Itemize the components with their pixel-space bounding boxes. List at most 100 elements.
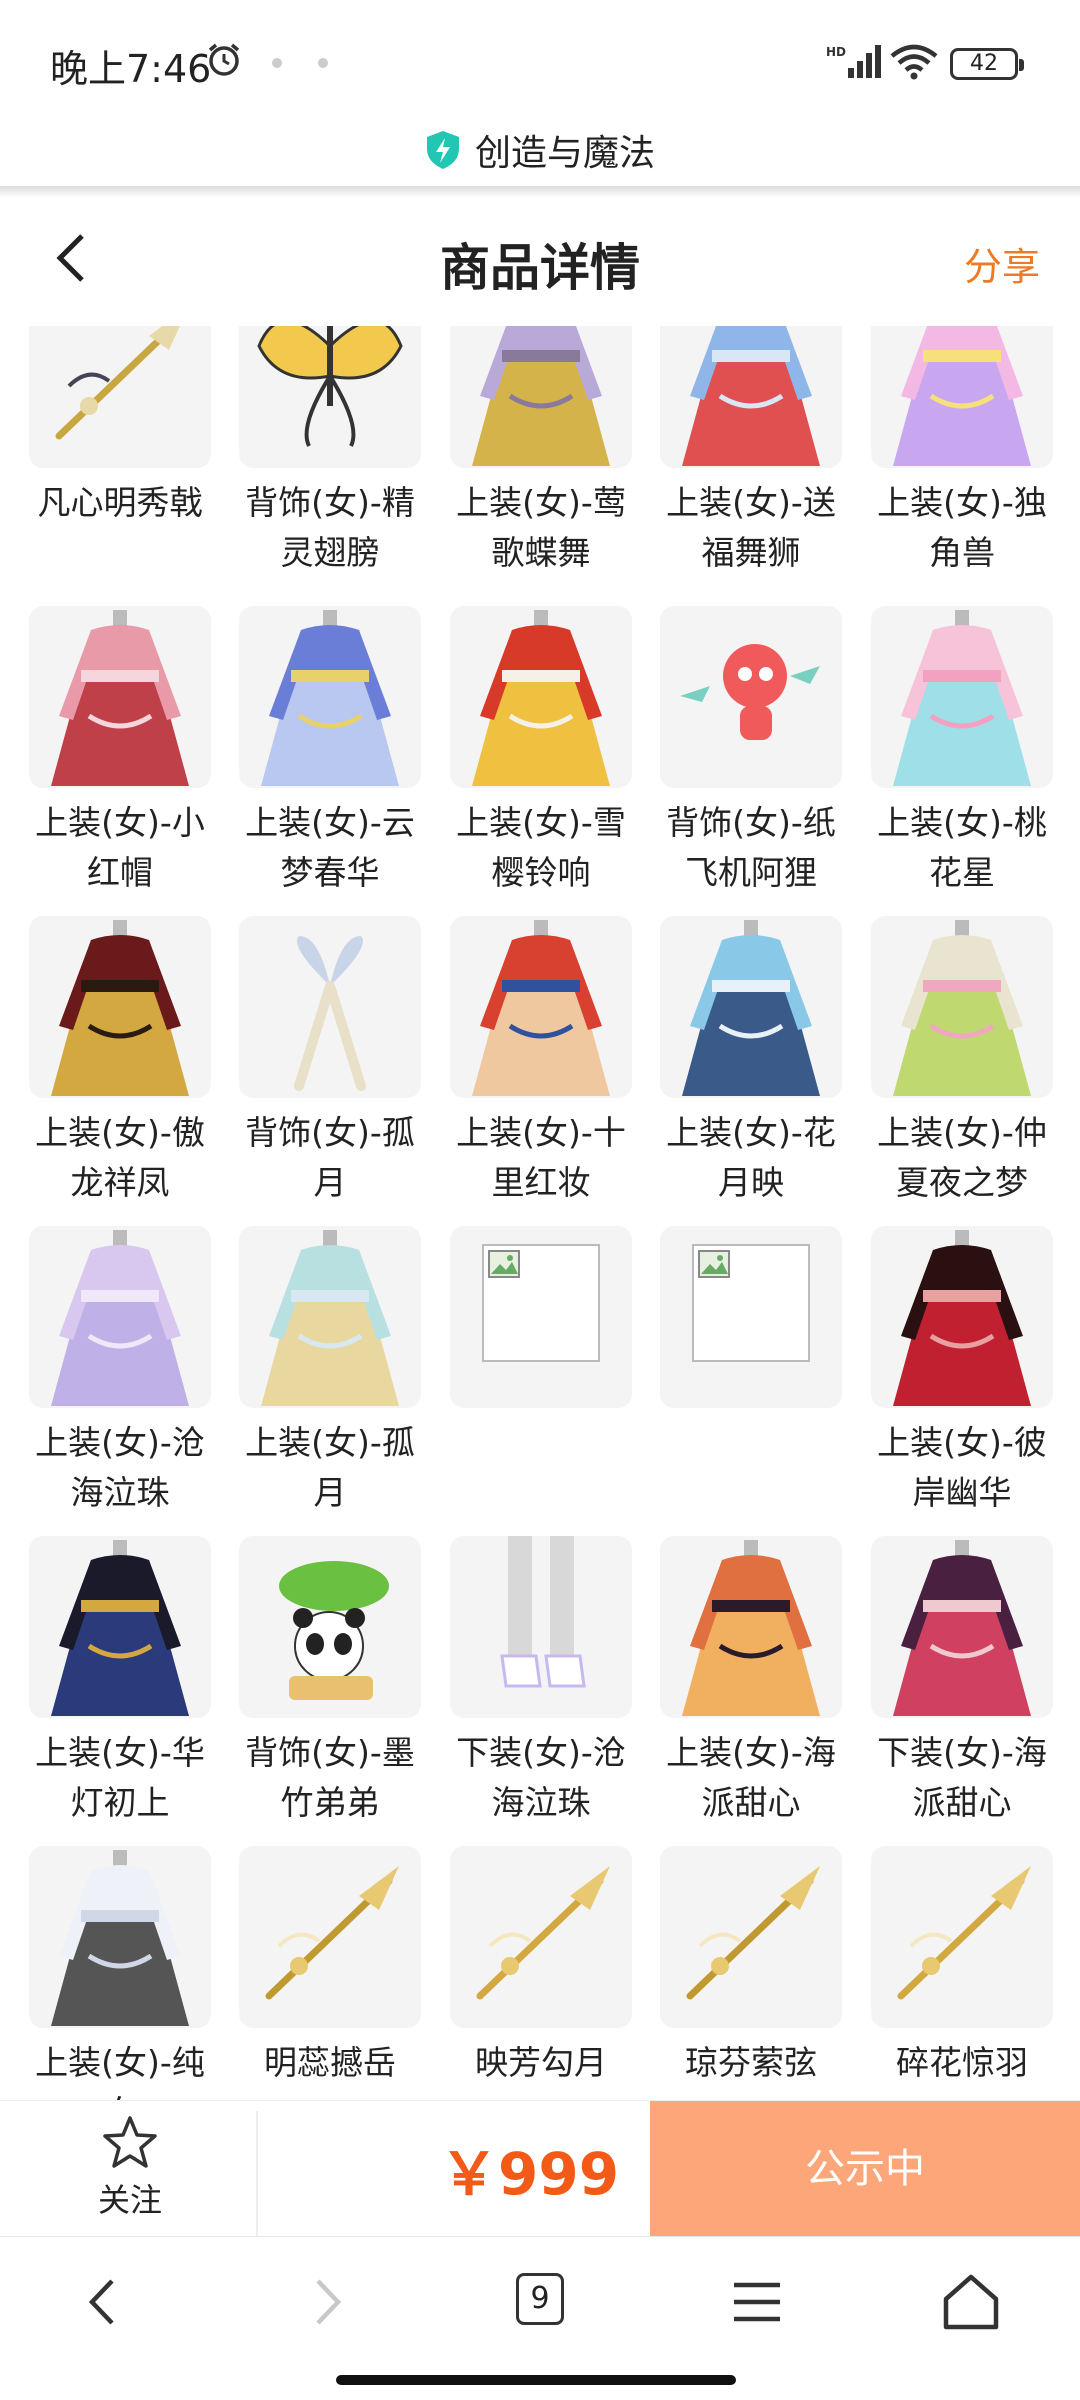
plaid-skirt-icon: [893, 1540, 1031, 1716]
item-label: 凡心明秀戟: [37, 483, 203, 522]
home-icon[interactable]: [936, 2267, 1006, 2337]
item-card[interactable]: 上装(女)-傲龙祥凤: [29, 916, 211, 1208]
page-title: 商品详情: [440, 239, 640, 297]
item-card[interactable]: 碎花惊羽: [871, 1846, 1053, 2088]
item-card[interactable]: 上装(女)-彼岸幽华: [871, 1226, 1053, 1518]
divider: [256, 2111, 258, 2237]
item-label: 上装(女)-傲龙祥凤: [35, 1113, 205, 1202]
item-thumbnail: [29, 916, 211, 1098]
item-thumbnail: [29, 1846, 211, 2028]
ribbon-back-accessory-icon: [294, 936, 366, 1091]
floral-fairy-dress-icon: [893, 920, 1031, 1096]
item-card[interactable]: 背饰(女)-孤月: [239, 916, 421, 1208]
publicity-status-button[interactable]: 公示中: [650, 2101, 1080, 2237]
follow-button[interactable]: 关注: [40, 2115, 220, 2235]
black-red-kimono-icon: [893, 1230, 1031, 1406]
halberd-weapon-icon: [55, 326, 180, 440]
item-thumbnail: [239, 916, 421, 1098]
broken-image-icon: [482, 1244, 600, 1362]
notification-dot-icon: [318, 58, 328, 68]
item-label: 上装(女)-莺歌蝶舞: [456, 483, 626, 572]
menu-icon[interactable]: [722, 2267, 792, 2337]
item-card[interactable]: 上装(女)-仲夏夜之梦: [871, 916, 1053, 1208]
item-label: 上装(女)-仲夏夜之梦: [877, 1113, 1047, 1202]
item-card[interactable]: 上装(女)-小红帽: [29, 606, 211, 898]
nav-forward-icon[interactable]: [290, 2267, 360, 2337]
item-thumbnail: [871, 326, 1053, 468]
item-card[interactable]: 背饰(女)-纸飞机阿狸: [660, 606, 842, 898]
tab-count-button[interactable]: 9: [516, 2273, 564, 2325]
item-card[interactable]: 凡心明秀戟: [29, 326, 211, 528]
pink-flower-dress-icon: [893, 610, 1031, 786]
item-label: 背饰(女)-纸飞机阿狸: [666, 803, 836, 892]
item-label: 上装(女)-桃花星: [877, 803, 1047, 892]
fur-collar-qipao-icon: [51, 1540, 189, 1716]
item-card[interactable]: 上装(女)-海派甜心: [660, 1536, 842, 1828]
item-card[interactable]: 上装(女)-送福舞狮: [660, 326, 842, 578]
white-snow-gown-icon: [51, 1850, 189, 2026]
item-thumbnail: [29, 1226, 211, 1408]
site-name: 创造与魔法: [474, 133, 655, 174]
shield-icon: [426, 131, 459, 169]
item-thumbnail: [660, 916, 842, 1098]
item-card[interactable]: 背饰(女)-墨竹弟弟: [239, 1536, 421, 1828]
item-label: 下装(女)-沧海泣珠: [456, 1733, 626, 1822]
item-thumbnail: [660, 326, 842, 468]
item-card[interactable]: 上装(女)-雪樱铃响: [450, 606, 632, 898]
item-label: 上装(女)-孤月: [245, 1423, 415, 1512]
item-label: 上装(女)-纯白: [35, 2043, 205, 2100]
item-thumbnail: [239, 606, 421, 788]
item-thumbnail: [660, 606, 842, 788]
item-card[interactable]: 下装(女)-沧海泣珠: [450, 1536, 632, 1828]
item-card[interactable]: 上装(女)-云梦春华: [239, 606, 421, 898]
price: ￥999: [440, 2140, 620, 2208]
item-label: 碎花惊羽: [896, 2043, 1028, 2082]
item-card[interactable]: 下装(女)-海派甜心: [871, 1536, 1053, 1828]
item-card[interactable]: 上装(女)-莺歌蝶舞: [450, 326, 632, 578]
item-card[interactable]: 上装(女)-花月映: [660, 916, 842, 1208]
item-thumbnail: [660, 1226, 842, 1408]
item-thumbnail: [660, 1846, 842, 2028]
item-card[interactable]: 上装(女)-桃花星: [871, 606, 1053, 898]
item-card[interactable]: 明蕊撼岳: [239, 1846, 421, 2088]
browser-title-bar: 创造与魔法: [0, 120, 1080, 192]
item-card[interactable]: 上装(女)-独角兽: [871, 326, 1053, 578]
item-card[interactable]: 上装(女)-孤月: [239, 1226, 421, 1518]
item-thumbnail: [450, 1846, 632, 2028]
item-thumbnail: [239, 1846, 421, 2028]
golden-sword-icon: [265, 1866, 399, 2000]
item-thumbnail: [450, 1536, 632, 1718]
item-label: 上装(女)-花月映: [666, 1113, 836, 1202]
item-card[interactable]: 琼芬萦弦: [660, 1846, 842, 2088]
bottom-action-bar: 关注 ￥999 公示中: [0, 2100, 1080, 2237]
share-button[interactable]: 分享: [964, 236, 1040, 291]
item-thumbnail: [29, 326, 211, 468]
item-card[interactable]: 背饰(女)-精灵翅膀: [239, 326, 421, 578]
item-card[interactable]: 上装(女)-华灯初上: [29, 1536, 211, 1828]
butterfly-wings-icon: [257, 326, 403, 447]
status-time: 晚上7:46: [50, 47, 212, 91]
item-card[interactable]: 上装(女)-十里红妆: [450, 916, 632, 1208]
item-card[interactable]: [450, 1226, 632, 1418]
item-thumbnail: [239, 1226, 421, 1408]
follow-label: 关注: [97, 2181, 162, 2219]
item-card[interactable]: 上装(女)-沧海泣珠: [29, 1226, 211, 1518]
red-riding-hood-dress-icon: [51, 610, 189, 786]
item-thumbnail: [871, 916, 1053, 1098]
item-label: 上装(女)-沧海泣珠: [35, 1423, 205, 1512]
item-thumbnail: [871, 1846, 1053, 2028]
item-thumbnail: [29, 1536, 211, 1718]
item-label: 背饰(女)-精灵翅膀: [245, 483, 415, 572]
page-header: 商品详情 分享: [0, 200, 1080, 316]
item-label: 下装(女)-海派甜心: [877, 1733, 1047, 1822]
nav-back-icon[interactable]: [70, 2267, 140, 2337]
page: 晚上7:46 HD 42 创造与魔法 商品详情 分享 凡心明秀戟 背饰(女)-精…: [0, 0, 1080, 2400]
svg-text:HD: HD: [826, 45, 846, 59]
item-card[interactable]: 映芳勾月: [450, 1846, 632, 2088]
item-label: 上装(女)-华灯初上: [35, 1733, 205, 1822]
item-thumbnail: [450, 606, 632, 788]
blue-lace-dress-icon: [682, 920, 820, 1096]
item-card[interactable]: 上装(女)-纯白: [29, 1846, 211, 2100]
item-card[interactable]: [660, 1226, 842, 1418]
golden-bow-icon: [686, 1866, 820, 2000]
